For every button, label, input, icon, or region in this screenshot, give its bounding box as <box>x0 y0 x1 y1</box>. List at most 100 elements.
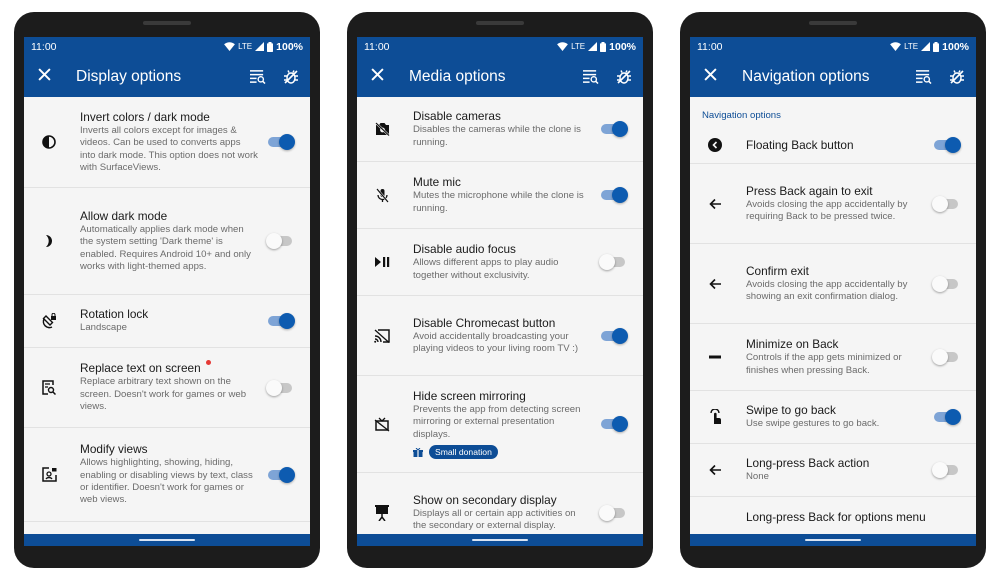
gift-icon <box>413 447 423 457</box>
network-type: LTE <box>238 42 253 51</box>
item-title: Invert colors / dark mode <box>80 109 210 124</box>
list-item[interactable]: Modify views Allows highlighting, showin… <box>24 428 310 522</box>
item-title: Long-press Back action <box>746 456 870 471</box>
item-subtitle: Disables the cameras while the clone is … <box>413 124 581 148</box>
settings-list: Invert colors / dark mode Inverts all co… <box>24 97 310 534</box>
toggle-switch[interactable] <box>932 462 962 478</box>
list-item[interactable]: Rotation lock Landscape <box>24 295 310 348</box>
item-title: Allow dark mode <box>80 208 168 223</box>
item-subtitle: Use swipe gestures to go back. <box>746 418 880 430</box>
gesture-nav-bar <box>690 534 976 546</box>
toggle-switch[interactable] <box>266 466 296 483</box>
battery-icon <box>267 41 274 52</box>
toggle-switch[interactable] <box>932 195 962 212</box>
item-subtitle: Allows highlighting, showing, hiding, en… <box>80 457 253 506</box>
settings-list: Disable cameras Disables the cameras whi… <box>357 97 643 534</box>
item-title: Replace text on screen <box>80 361 201 376</box>
rotation-lock-icon <box>32 313 66 329</box>
list-item[interactable]: Confirm exit Avoids closing the app acci… <box>690 244 976 324</box>
item-title: Minimize on Back <box>746 337 839 352</box>
minimize-icon <box>698 355 732 359</box>
gesture-nav-bar <box>357 534 643 546</box>
tv-off-icon <box>365 417 399 432</box>
toggle-switch[interactable] <box>599 121 629 137</box>
list-item[interactable]: Swipe to go back Use swipe gestures to g… <box>690 391 976 444</box>
list-item[interactable]: Mute mic Mutes the microphone while the … <box>357 162 643 229</box>
toggle-switch[interactable] <box>266 379 296 396</box>
mic-off-icon <box>365 187 399 203</box>
toggle-switch[interactable] <box>932 409 962 425</box>
speaker-grille <box>143 21 191 25</box>
list-item[interactable]: Invert colors / dark mode Inverts all co… <box>24 97 310 188</box>
toggle-switch[interactable] <box>266 134 296 150</box>
arrow-back-icon <box>698 464 732 476</box>
list-item[interactable]: Allow dark mode Automatically applies da… <box>24 188 310 295</box>
list-item[interactable]: Long-press Back action None <box>690 444 976 497</box>
developer-options-button[interactable] <box>948 68 966 86</box>
toggle-switch[interactable] <box>932 349 962 365</box>
battery-icon <box>600 41 607 52</box>
play-pause-icon <box>365 256 399 268</box>
toolbar: Navigation options <box>690 56 976 97</box>
toggle-switch[interactable] <box>932 136 962 153</box>
battery-level: 100% <box>942 40 969 53</box>
signal-icon <box>255 42 265 51</box>
item-subtitle: Avoid accidentally broadcasting your pla… <box>413 330 579 354</box>
list-item[interactable]: Disable cameras Disables the cameras whi… <box>357 97 643 162</box>
contrast-icon <box>32 135 66 149</box>
toggle-switch[interactable] <box>599 187 629 203</box>
speaker-grille <box>809 21 857 25</box>
home-handle[interactable] <box>805 539 861 541</box>
item-title: Disable Chromecast button <box>413 315 556 330</box>
list-item[interactable]: Replace text on screen Replace arbitrary… <box>24 348 310 428</box>
toolbar: Media options <box>357 56 643 97</box>
toggle-switch[interactable] <box>599 504 629 521</box>
close-button[interactable] <box>38 68 54 85</box>
toggle-switch[interactable] <box>599 254 629 270</box>
presentation-icon <box>365 504 399 521</box>
item-title: Confirm exit <box>746 263 809 278</box>
network-type: LTE <box>571 42 586 51</box>
toggle-switch[interactable] <box>266 233 296 249</box>
close-button[interactable] <box>704 68 720 85</box>
list-item[interactable]: Press Back again to exit Avoids closing … <box>690 164 976 244</box>
donation-badge[interactable]: Small donation <box>429 445 498 460</box>
item-subtitle: Allows different apps to play audio toge… <box>413 257 559 281</box>
toggle-switch[interactable] <box>599 327 629 344</box>
battery-icon <box>933 41 940 52</box>
search-settings-button[interactable] <box>581 68 599 86</box>
item-subtitle: Inverts all colors except for images & v… <box>80 124 258 173</box>
signal-icon <box>921 42 931 51</box>
battery-level: 100% <box>276 40 303 53</box>
moon-icon <box>32 234 66 248</box>
item-subtitle: None <box>746 471 769 483</box>
item-title: Rotation lock <box>80 307 149 322</box>
item-title: Disable audio focus <box>413 242 516 257</box>
item-title: Swipe to go back <box>746 403 836 418</box>
list-item[interactable]: Disable audio focus Allows different app… <box>357 229 643 296</box>
home-handle[interactable] <box>472 539 528 541</box>
item-title: Long-press Back for options menu <box>746 510 926 524</box>
bug-off-icon <box>950 69 964 84</box>
toolbar: Display options <box>24 56 310 97</box>
developer-options-button[interactable] <box>282 68 300 86</box>
search-list-icon <box>249 70 266 84</box>
toggle-switch[interactable] <box>266 313 296 329</box>
item-subtitle: Replace arbitrary text shown on the scre… <box>80 376 247 413</box>
search-settings-button[interactable] <box>914 68 932 86</box>
list-item[interactable]: Hide screen mirroring Prevents the app f… <box>357 376 643 473</box>
developer-options-button[interactable] <box>615 68 633 86</box>
toggle-switch[interactable] <box>932 275 962 292</box>
list-item[interactable]: Long-press Back for options menu <box>690 497 976 534</box>
status-time: 11:00 <box>31 40 57 53</box>
list-item[interactable]: Floating Back button <box>690 126 976 164</box>
search-settings-button[interactable] <box>248 68 266 86</box>
toggle-switch[interactable] <box>599 416 629 432</box>
home-handle[interactable] <box>139 539 195 541</box>
item-subtitle: Avoids closing the app accidentally by s… <box>746 278 908 302</box>
list-item[interactable]: Show on secondary display Displays all o… <box>357 473 643 534</box>
close-button[interactable] <box>371 68 387 85</box>
list-item[interactable]: Minimize on Back Controls if the app get… <box>690 324 976 391</box>
list-item[interactable]: Disable Chromecast button Avoid accident… <box>357 296 643 376</box>
item-title: Show on secondary display <box>413 492 557 507</box>
